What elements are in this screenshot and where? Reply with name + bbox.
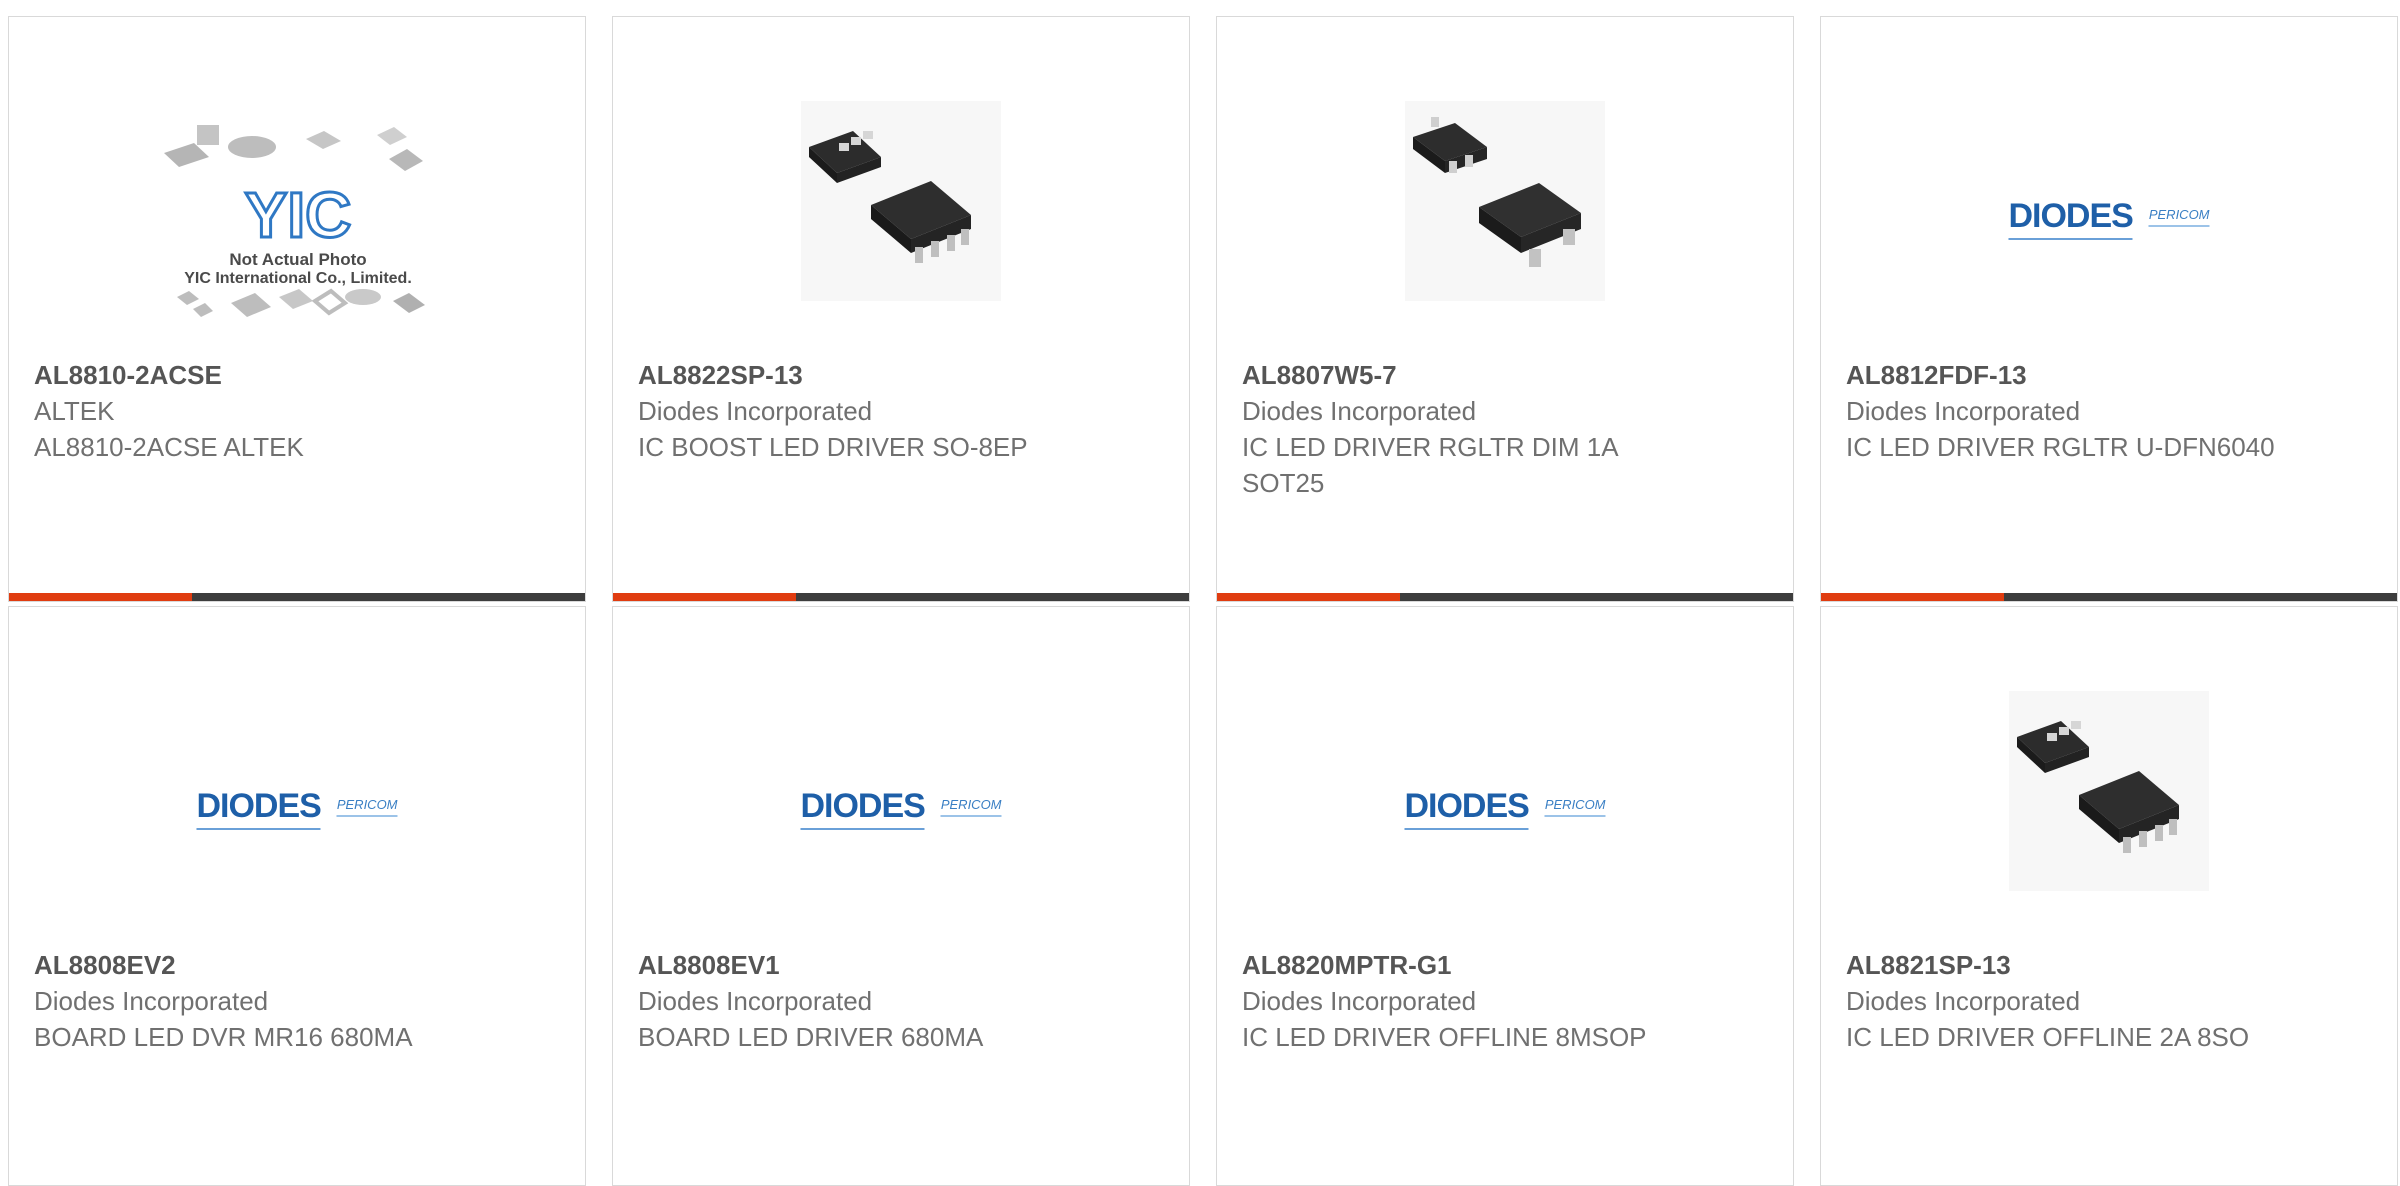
product-image-so8[interactable] <box>1821 677 2397 907</box>
card-bar <box>1217 593 1793 601</box>
part-number[interactable]: AL8810-2ACSE <box>34 357 464 393</box>
part-number[interactable]: AL8822SP-13 <box>638 357 1068 393</box>
product-info: AL8822SP-13 Diodes Incorporated IC BOOST… <box>638 357 1068 465</box>
manufacturer: Diodes Incorporated <box>1242 396 1477 426</box>
product-image-sot25[interactable] <box>1217 87 1793 317</box>
manufacturer: Diodes Incorporated <box>638 396 873 426</box>
card-bar <box>1821 593 2397 601</box>
card-bar-accent <box>1217 593 1400 601</box>
pericom-logo-text: PERICOM <box>940 797 1002 817</box>
diodes-logo-text: DIODES <box>1404 787 1530 830</box>
description: AL8810-2ACSE ALTEK <box>34 432 304 462</box>
card-bar-accent <box>1821 593 2004 601</box>
manufacturer: Diodes Incorporated <box>638 986 873 1016</box>
product-image-so8[interactable] <box>613 87 1189 317</box>
product-image-brand[interactable]: DIODES PERICOM <box>613 677 1189 907</box>
pericom-logo-text: PERICOM <box>2148 207 2210 227</box>
card-bar <box>613 593 1189 601</box>
product-card[interactable]: DIODES PERICOM AL8820MPTR-G1 Diodes Inco… <box>1216 606 1794 1186</box>
description: IC LED DRIVER OFFLINE 2A 8SO <box>1846 1022 2250 1052</box>
part-number[interactable]: AL8821SP-13 <box>1846 947 2276 983</box>
manufacturer: Diodes Incorporated <box>34 986 269 1016</box>
part-number[interactable]: AL8820MPTR-G1 <box>1242 947 1672 983</box>
diodes-logo: DIODES PERICOM <box>1404 787 1606 830</box>
product-card[interactable]: YIC Not Actual Photo YIC International C… <box>8 16 586 602</box>
part-number[interactable]: AL8808EV1 <box>638 947 1068 983</box>
manufacturer: Diodes Incorporated <box>1242 986 1477 1016</box>
yic-logo: YIC <box>245 179 352 251</box>
description: IC BOOST LED DRIVER SO-8EP <box>638 432 1028 462</box>
product-card[interactable]: DIODES PERICOM AL8808EV2 Diodes Incorpor… <box>8 606 586 1186</box>
placeholder-line1: Not Actual Photo <box>229 250 366 269</box>
product-card[interactable]: AL8822SP-13 Diodes Incorporated IC BOOST… <box>612 16 1190 602</box>
diodes-logo-text: DIODES <box>2008 197 2134 240</box>
manufacturer: Diodes Incorporated <box>1846 396 2081 426</box>
product-info: AL8808EV1 Diodes Incorporated BOARD LED … <box>638 947 1068 1055</box>
pericom-logo-text: PERICOM <box>336 797 398 817</box>
description: BOARD LED DVR MR16 680MA <box>34 1022 413 1052</box>
product-card[interactable]: DIODES PERICOM AL8812FDF-13 Diodes Incor… <box>1820 16 2398 602</box>
diodes-logo-text: DIODES <box>800 787 926 830</box>
product-info: AL8808EV2 Diodes Incorporated BOARD LED … <box>34 947 464 1055</box>
product-info: AL8810-2ACSE ALTEK AL8810-2ACSE ALTEK <box>34 357 464 465</box>
product-info: AL8821SP-13 Diodes Incorporated IC LED D… <box>1846 947 2276 1055</box>
description: IC LED DRIVER OFFLINE 8MSOP <box>1242 1022 1647 1052</box>
diodes-logo-text: DIODES <box>196 787 322 830</box>
manufacturer: Diodes Incorporated <box>1846 986 2081 1016</box>
product-info: AL8812FDF-13 Diodes Incorporated IC LED … <box>1846 357 2276 465</box>
description: IC LED DRIVER RGLTR DIM 1A SOT25 <box>1242 432 1618 498</box>
diodes-logo: DIODES PERICOM <box>800 787 1002 830</box>
card-bar-accent <box>9 593 192 601</box>
part-number[interactable]: AL8807W5-7 <box>1242 357 1672 393</box>
placeholder-line2: YIC International Co., Limited. <box>184 270 412 287</box>
part-number[interactable]: AL8812FDF-13 <box>1846 357 2276 393</box>
product-card[interactable]: AL8821SP-13 Diodes Incorporated IC LED D… <box>1820 606 2398 1186</box>
description: IC LED DRIVER RGLTR U-DFN6040 <box>1846 432 2275 462</box>
diodes-logo: DIODES PERICOM <box>196 787 398 830</box>
pericom-logo-text: PERICOM <box>1544 797 1606 817</box>
product-info: AL8820MPTR-G1 Diodes Incorporated IC LED… <box>1242 947 1672 1055</box>
product-grid: YIC Not Actual Photo YIC International C… <box>0 0 2400 1186</box>
card-bar-accent <box>613 593 796 601</box>
product-image-placeholder[interactable]: YIC Not Actual Photo YIC International C… <box>9 87 585 317</box>
part-number[interactable]: AL8808EV2 <box>34 947 464 983</box>
product-card[interactable]: DIODES PERICOM AL8808EV1 Diodes Incorpor… <box>612 606 1190 1186</box>
product-card[interactable]: AL8807W5-7 Diodes Incorporated IC LED DR… <box>1216 16 1794 602</box>
product-image-brand[interactable]: DIODES PERICOM <box>9 677 585 907</box>
description: BOARD LED DRIVER 680MA <box>638 1022 984 1052</box>
product-info: AL8807W5-7 Diodes Incorporated IC LED DR… <box>1242 357 1672 501</box>
manufacturer: ALTEK <box>34 396 115 426</box>
card-bar <box>9 593 585 601</box>
product-image-brand[interactable]: DIODES PERICOM <box>1217 677 1793 907</box>
product-image-brand[interactable]: DIODES PERICOM <box>1821 87 2397 317</box>
diodes-logo: DIODES PERICOM <box>2008 197 2210 240</box>
